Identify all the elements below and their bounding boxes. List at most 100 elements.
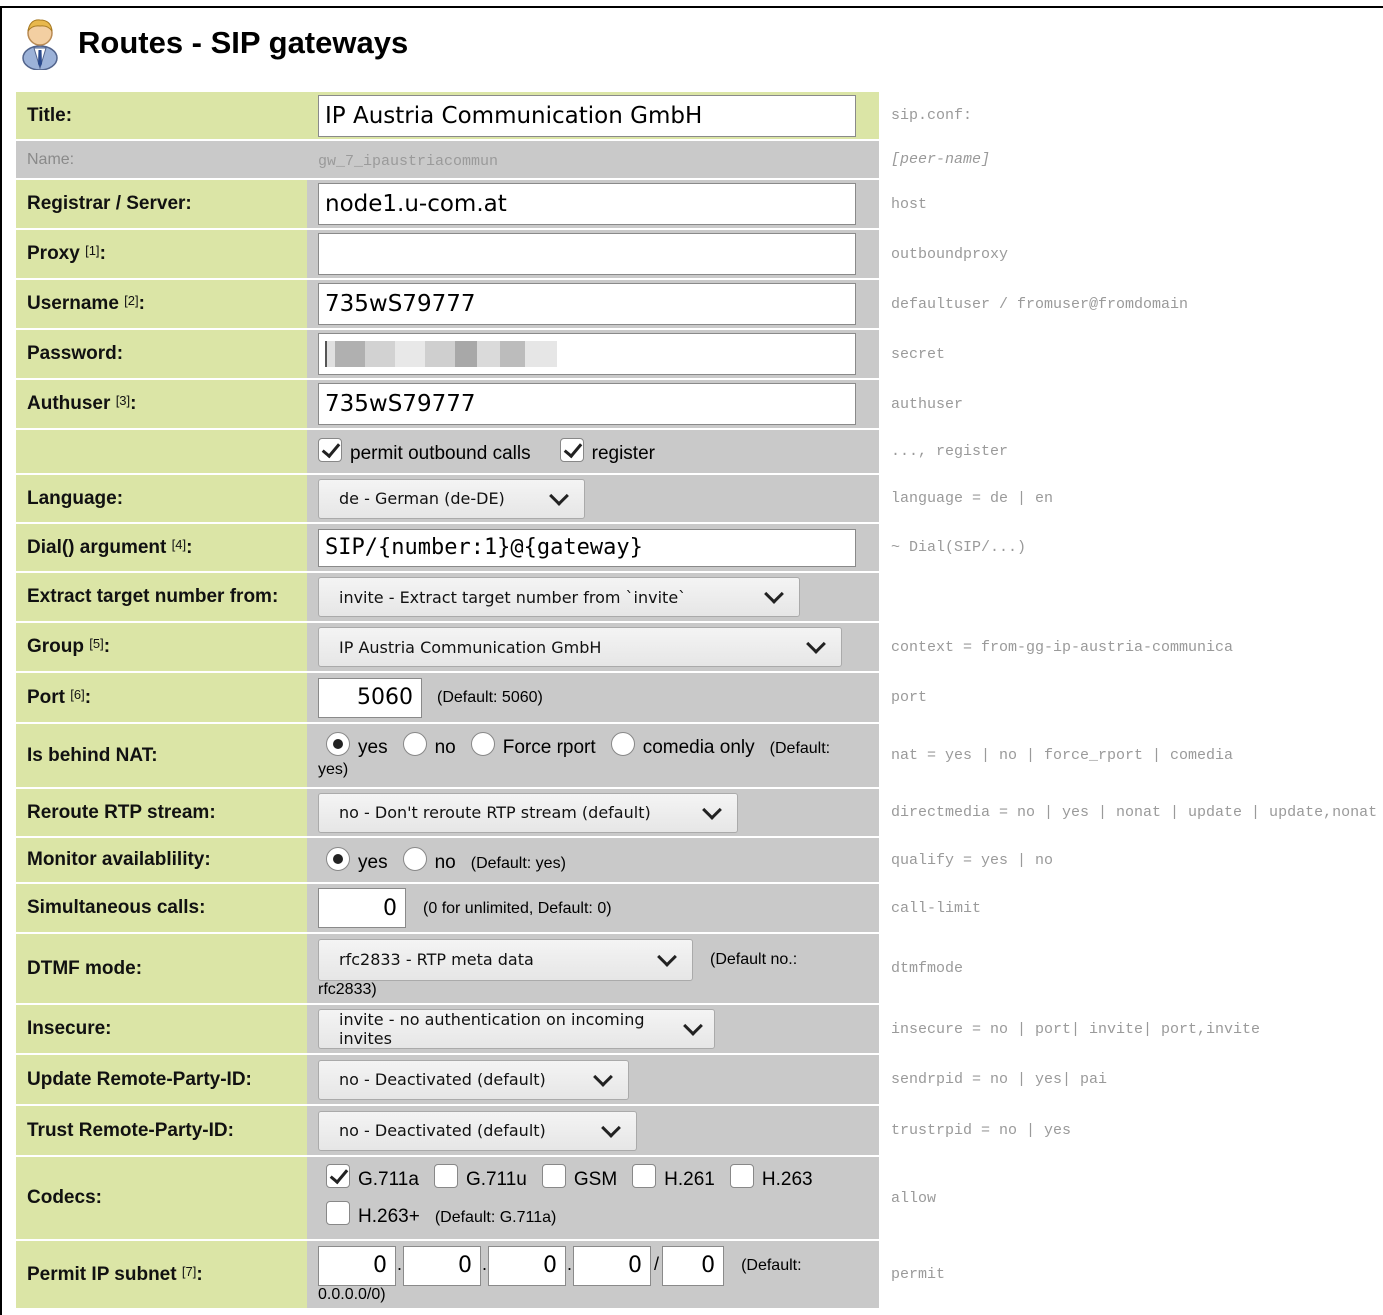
group-footnote[interactable]: [5]: [89, 636, 103, 651]
group-hint: context = from-gg-ip-austria-communica: [891, 638, 1234, 656]
authuser-hint: authuser: [891, 395, 964, 413]
calls-cell: 0 (0 for unlimited, Default: 0): [307, 884, 879, 932]
nat-yes-radio[interactable]: [326, 732, 350, 756]
extract-hint: [879, 573, 1377, 621]
dial-hint: ~ Dial(SIP/...): [891, 539, 1027, 556]
username-footnote[interactable]: [2]: [124, 293, 138, 308]
registrar-label: Registrar / Server:: [16, 180, 307, 228]
mask-separator: /: [654, 1254, 660, 1275]
row-proxy: Proxy [1]: outboundproxy: [16, 230, 1377, 278]
row-title: Title: IP Austria Communication GmbH sip…: [16, 92, 1377, 139]
permit-octet-1[interactable]: 0: [318, 1245, 396, 1286]
permit-mask[interactable]: 0: [662, 1245, 725, 1286]
title-hint: sip.conf:: [891, 107, 973, 124]
dial-input[interactable]: SIP/{number:1}@{gateway}: [318, 528, 856, 567]
flags-hint: ..., register: [891, 443, 1009, 460]
group-label: Group: [27, 636, 84, 657]
insecure-value: invite - no authentication on incoming i…: [339, 1010, 645, 1048]
proxy-label-cell: Proxy [1]:: [16, 230, 307, 278]
authuser-input[interactable]: 735wS79777: [318, 383, 856, 425]
codec-h261-checkbox[interactable]: [632, 1163, 657, 1188]
nat-no-radio[interactable]: [402, 732, 427, 756]
update-rpid-label: Update Remote-Party-ID:: [16, 1055, 307, 1104]
dtmf-hint: dtmfmode: [891, 960, 964, 977]
reroute-hint: directmedia = no | yes | nonat | update …: [891, 804, 1378, 821]
row-codecs: Codecs: G.711a G.711u GSM H.261 H.263 H.…: [16, 1157, 1377, 1239]
language-value: de - German (de-DE): [339, 489, 505, 508]
group-cell: IP Austria Communication GmbH: [307, 623, 879, 671]
chevron-down-icon: [657, 946, 677, 967]
reroute-select[interactable]: no - Don't reroute RTP stream (default): [318, 792, 738, 833]
page-title: Routes - SIP gateways: [78, 25, 409, 60]
nat-force-rport-radio[interactable]: [470, 732, 495, 756]
user-icon: [22, 19, 58, 70]
port-hint: port: [891, 689, 928, 706]
monitor-default: (Default: yes): [470, 854, 566, 872]
permit-octet-4[interactable]: 0: [573, 1245, 652, 1286]
password-input[interactable]: [318, 333, 856, 375]
monitor-yes-radio[interactable]: [326, 846, 350, 871]
password-hint: secret: [891, 345, 946, 363]
calls-input[interactable]: 0: [318, 888, 406, 928]
monitor-hint: qualify = yes | no: [891, 851, 1054, 869]
monitor-label: Monitor availablility:: [16, 838, 307, 882]
permit-octet-2[interactable]: 0: [403, 1245, 482, 1286]
permit-outbound-checkbox[interactable]: [318, 438, 342, 462]
row-monitor: Monitor availablility: yes no (Default: …: [16, 838, 1377, 882]
row-nat: Is behind NAT: yes no Force rport comedi…: [16, 724, 1377, 787]
page-header: Routes - SIP gateways: [20, 16, 408, 70]
nat-comedia-radio[interactable]: [610, 732, 635, 756]
proxy-input[interactable]: [318, 233, 856, 275]
dtmf-select[interactable]: rfc2833 - RTP meta data: [318, 938, 693, 981]
language-label: Language:: [16, 475, 307, 522]
port-label: Port: [27, 686, 65, 708]
register-checkbox[interactable]: [559, 438, 584, 462]
proxy-cell: [307, 230, 879, 278]
extract-select[interactable]: invite - Extract target number from `inv…: [318, 577, 800, 617]
username-input[interactable]: 735wS79777: [318, 283, 856, 325]
dial-footnote[interactable]: [4]: [172, 537, 186, 552]
monitor-no-radio[interactable]: [402, 846, 427, 871]
registrar-cell: node1.u-com.at: [307, 180, 879, 228]
row-trust-rpid: Trust Remote-Party-ID: no - Deactivated …: [16, 1106, 1377, 1155]
insecure-select[interactable]: invite - no authentication on incoming i…: [318, 1009, 715, 1049]
insecure-label: Insecure:: [16, 1005, 307, 1053]
title-input[interactable]: IP Austria Communication GmbH: [318, 94, 856, 137]
register-label: register: [591, 443, 655, 464]
nat-label: Is behind NAT:: [16, 724, 307, 787]
chevron-down-icon: [683, 1016, 703, 1036]
row-dial: Dial() argument [4]: SIP/{number:1}@{gat…: [16, 524, 1377, 571]
codec-h261-label: H.261: [664, 1168, 715, 1190]
group-select[interactable]: IP Austria Communication GmbH: [318, 627, 842, 667]
codec-h263plus-checkbox[interactable]: [326, 1200, 350, 1225]
port-footnote[interactable]: [6]: [70, 687, 84, 702]
permit-footnote[interactable]: [7]: [182, 1264, 196, 1279]
dial-cell: SIP/{number:1}@{gateway}: [307, 524, 879, 571]
authuser-footnote[interactable]: [3]: [116, 393, 130, 408]
codec-g711a-checkbox[interactable]: [326, 1163, 350, 1188]
codec-h263-checkbox[interactable]: [729, 1163, 754, 1188]
permit-octet-3[interactable]: 0: [488, 1245, 567, 1286]
codec-h263plus-label: H.263+: [358, 1205, 420, 1227]
port-input[interactable]: 5060: [318, 677, 422, 718]
extract-cell: invite - Extract target number from `inv…: [307, 573, 879, 621]
trust-rpid-select[interactable]: no - Deactivated (default): [318, 1110, 637, 1151]
language-select[interactable]: de - German (de-DE): [318, 478, 585, 519]
insecure-hint: insecure = no | port| invite| port,invit…: [891, 1020, 1261, 1038]
chevron-down-icon: [806, 634, 826, 654]
nat-cell: yes no Force rport comedia only (Default…: [307, 724, 879, 787]
codec-gsm-checkbox[interactable]: [541, 1163, 566, 1188]
dial-label-cell: Dial() argument [4]:: [16, 524, 307, 571]
proxy-footnote[interactable]: [1]: [85, 243, 99, 258]
monitor-option-yes: yes: [358, 851, 388, 873]
row-name: Name: gw_7_ipaustriacommun [peer-name]: [16, 141, 1377, 178]
codec-g711u-checkbox[interactable]: [433, 1163, 458, 1188]
password-cell: [307, 330, 879, 378]
codecs-label: Codecs:: [16, 1157, 307, 1239]
name-cell: gw_7_ipaustriacommun: [307, 141, 879, 178]
update-rpid-select[interactable]: no - Deactivated (default): [318, 1059, 629, 1100]
username-label-cell: Username [2]:: [16, 280, 307, 328]
reroute-value: no - Don't reroute RTP stream (default): [339, 803, 651, 822]
registrar-input[interactable]: node1.u-com.at: [318, 183, 856, 225]
name-hint: [peer-name]: [879, 141, 1377, 178]
